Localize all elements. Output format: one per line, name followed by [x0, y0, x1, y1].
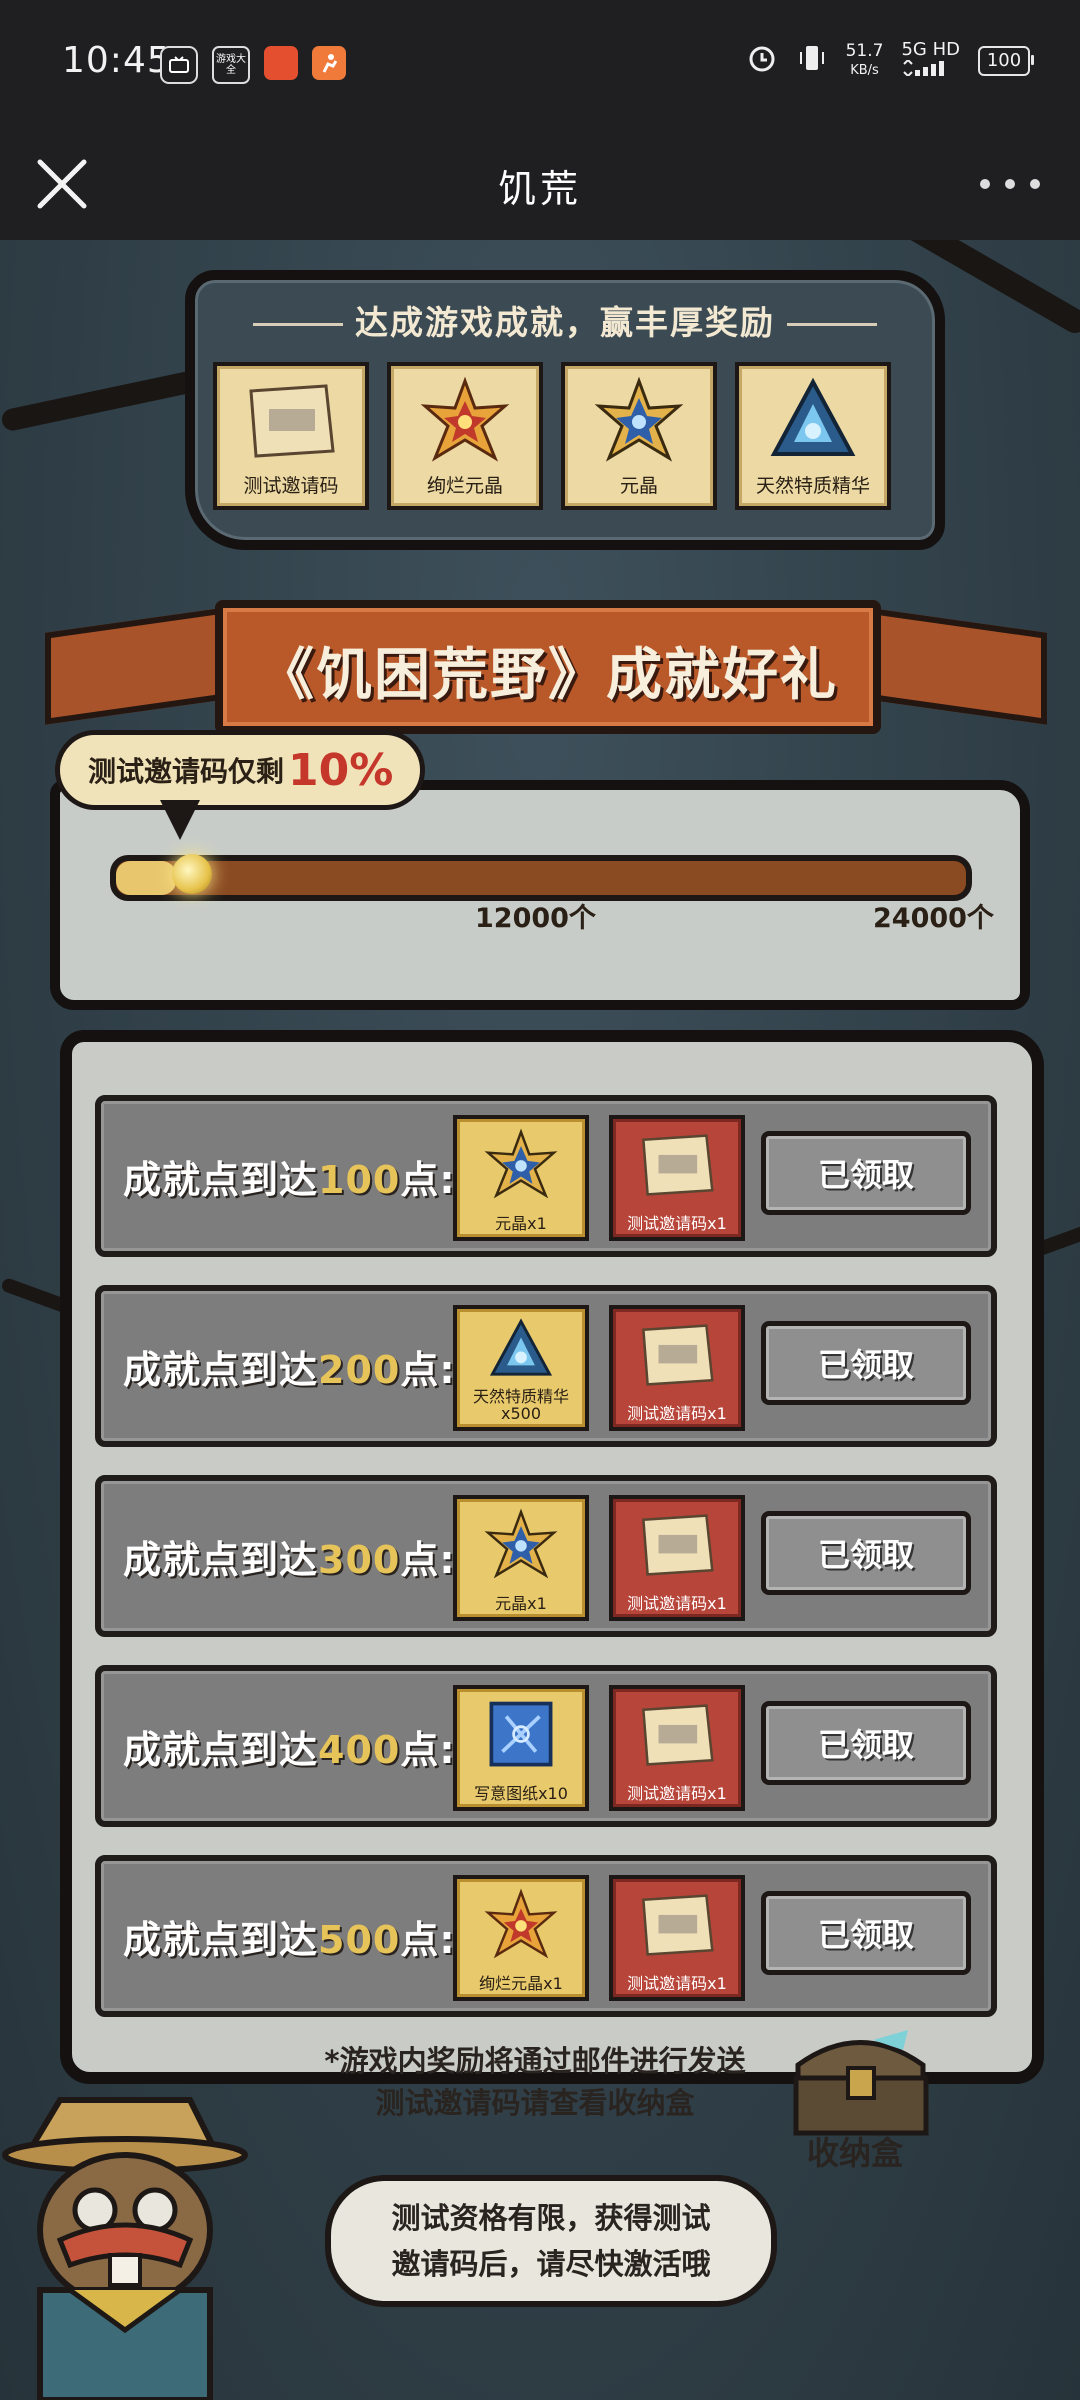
status-time: 10:45	[62, 40, 171, 81]
scroll-icon	[217, 376, 365, 466]
character-speech-bubble: 测试资格有限，获得测试 邀请码后，请尽快激活哦	[325, 2175, 777, 2307]
status-bar: 10:45 游戏大全 51.7 KB/s 5G HD 100	[0, 0, 1080, 128]
milestone-reward[interactable]: 绚烂元晶x1	[453, 1875, 589, 2001]
alarm-icon	[746, 42, 778, 79]
crystal-icon	[565, 376, 713, 466]
remaining-label: 测试邀请码仅剩	[88, 755, 285, 788]
signal-icon	[901, 58, 949, 81]
progress-bar	[110, 855, 972, 901]
milestone-row: 成就点到达200点: 天然特质精华 x500 测试邀请码x1 已领取	[95, 1285, 997, 1447]
more-dot-icon	[1030, 179, 1040, 189]
vibrate-icon	[796, 42, 828, 79]
bubble-tail	[160, 800, 200, 840]
orange-app-icon	[264, 46, 298, 80]
milestone-reward[interactable]: 测试邀请码x1	[609, 1685, 745, 1811]
decorative-branch	[0, 369, 201, 433]
milestone-label: 成就点到达300点:	[123, 1538, 456, 1582]
scroll-icon	[613, 1695, 741, 1775]
remaining-bubble: 测试邀请码仅剩 10%	[55, 730, 425, 810]
claimed-button[interactable]: 已领取	[761, 1131, 971, 1215]
top-reward-item[interactable]: 元晶	[561, 362, 717, 510]
radiant-crystal-icon	[457, 1885, 585, 1965]
status-indicators: 51.7 KB/s 5G HD 100	[746, 40, 1034, 81]
milestone-reward[interactable]: 测试邀请码x1	[609, 1115, 745, 1241]
event-page: 达成游戏成就，赢丰厚奖励 测试邀请码 绚烂元晶 元晶 天然特质精华 《饥困荒野》…	[0, 240, 1080, 2400]
status-app-icons: 游戏大全	[160, 46, 346, 84]
milestone-row: 成就点到达500点: 绚烂元晶x1 测试邀请码x1 已领取	[95, 1855, 997, 2017]
progress-tick-end: 24000个	[873, 903, 994, 934]
blueprint-icon	[457, 1695, 585, 1775]
milestone-label: 成就点到达100点:	[123, 1158, 456, 1202]
scroll-icon	[613, 1315, 741, 1395]
remaining-percent: 10%	[288, 744, 394, 796]
page-title: 饥荒	[497, 167, 582, 211]
milestone-reward[interactable]: 测试邀请码x1	[609, 1875, 745, 2001]
top-reward-label: 元晶	[619, 475, 658, 497]
nav-bar: 饥荒	[0, 128, 1080, 240]
top-reward-label: 测试邀请码	[243, 475, 339, 497]
event-banner-title: 《饥困荒野》成就好礼	[258, 643, 838, 708]
milestone-label: 成就点到达200点:	[123, 1348, 456, 1392]
essence-icon	[457, 1315, 585, 1385]
game-center-app-icon: 游戏大全	[212, 46, 250, 84]
runner-app-icon	[312, 46, 346, 80]
milestone-reward[interactable]: 元晶x1	[453, 1495, 589, 1621]
top-reward-label: 绚烂元晶	[426, 475, 503, 497]
milestone-label: 成就点到达500点:	[123, 1918, 456, 1962]
top-reward-item[interactable]: 天然特质精华	[735, 362, 891, 510]
claimed-button[interactable]: 已领取	[761, 1511, 971, 1595]
mail-note: *游戏内奖励将通过邮件进行发送 测试邀请码请查看收纳盒	[324, 2044, 746, 2120]
network-indicator: 5G HD	[901, 40, 960, 81]
chest-icon	[793, 2030, 929, 2136]
radiant-crystal-icon	[391, 376, 539, 466]
scroll-icon	[613, 1125, 741, 1205]
claimed-button[interactable]: 已领取	[761, 1321, 971, 1405]
top-rewards-panel: 达成游戏成就，赢丰厚奖励 测试邀请码 绚烂元晶 元晶 天然特质精华	[185, 270, 945, 550]
tv-app-icon	[160, 46, 198, 84]
more-dot-icon	[1005, 179, 1015, 189]
banner-ribbon-right	[865, 607, 1047, 725]
crystal-icon	[457, 1125, 585, 1205]
milestone-label: 成就点到达400点:	[123, 1728, 456, 1772]
top-rewards-list: 测试邀请码 绚烂元晶 元晶 天然特质精华	[213, 362, 891, 510]
milestone-row: 成就点到达100点: 元晶x1 测试邀请码x1 已领取	[95, 1095, 997, 1257]
claimed-button[interactable]: 已领取	[761, 1701, 971, 1785]
storage-box-label: 收纳盒	[806, 2134, 903, 2172]
milestone-row: 成就点到达300点: 元晶x1 测试邀请码x1 已领取	[95, 1475, 997, 1637]
net-speed: 51.7 KB/s	[845, 40, 884, 78]
essence-icon	[739, 376, 887, 466]
top-reward-item[interactable]: 测试邀请码	[213, 362, 369, 510]
milestone-row: 成就点到达400点: 写意图纸x10 测试邀请码x1 已领取	[95, 1665, 997, 1827]
milestone-reward[interactable]: 测试邀请码x1	[609, 1495, 745, 1621]
banner-ribbon-left	[45, 607, 227, 725]
more-button[interactable]	[980, 164, 1040, 204]
battery-indicator: 100	[978, 45, 1034, 76]
progress-orb-icon	[172, 854, 212, 894]
progress-bar-fill	[116, 861, 176, 895]
top-rewards-title: 达成游戏成就，赢丰厚奖励	[195, 296, 935, 344]
character-illustration	[0, 2080, 250, 2400]
scroll-icon	[613, 1885, 741, 1965]
milestone-reward[interactable]: 元晶x1	[453, 1115, 589, 1241]
event-banner: 《饥困荒野》成就好礼	[215, 600, 881, 734]
milestone-reward[interactable]: 测试邀请码x1	[609, 1305, 745, 1431]
top-reward-label: 天然特质精华	[755, 475, 870, 497]
claimed-button[interactable]: 已领取	[761, 1891, 971, 1975]
milestone-reward[interactable]: 天然特质精华 x500	[453, 1305, 589, 1431]
progress-tick-mid: 12000个	[475, 903, 596, 934]
scroll-icon	[613, 1505, 741, 1585]
crystal-icon	[457, 1505, 585, 1585]
milestone-reward[interactable]: 写意图纸x10	[453, 1685, 589, 1811]
top-reward-item[interactable]: 绚烂元晶	[387, 362, 543, 510]
more-dot-icon	[980, 179, 990, 189]
